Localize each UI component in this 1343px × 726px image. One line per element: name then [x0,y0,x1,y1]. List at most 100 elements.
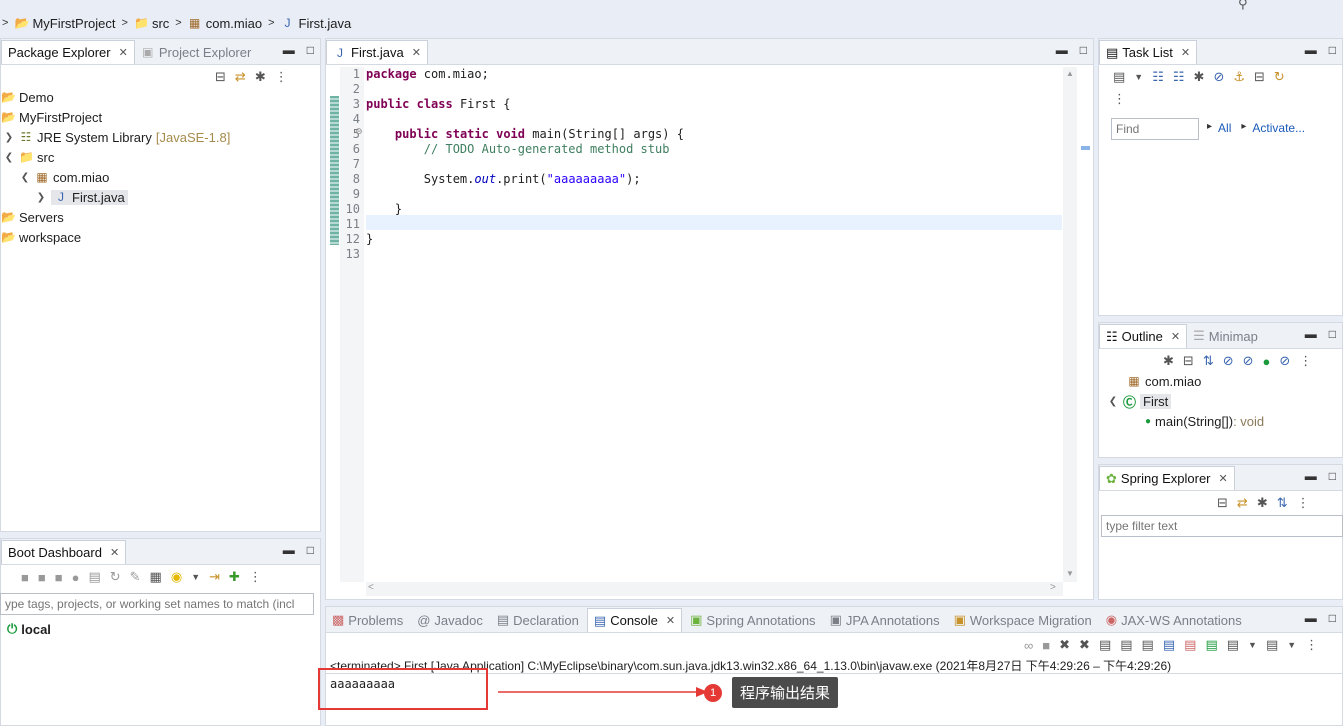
tab-jaxws-annotations[interactable]: ◉ JAX-WS Annotations [1100,608,1248,632]
tree-item-workspace[interactable]: 📂 workspace [1,227,81,247]
spring-filter-input[interactable] [1101,515,1343,537]
maximize-icon[interactable]: □ [307,43,314,57]
tree-item-src[interactable]: ❮ 📁 src [3,147,55,167]
filter-icon[interactable]: ✱ [1194,69,1205,85]
code-area[interactable]: package com.miao; public class First { p… [366,67,1056,307]
hide-fields-icon[interactable]: ⊘ [1223,353,1234,369]
view-menu-icon[interactable]: ⋮ [1113,91,1126,107]
hide-completed-icon[interactable]: ⊘ [1213,69,1224,85]
outline-class[interactable]: ❮ Ⓒ First [1107,391,1172,411]
refresh-icon[interactable]: ↻ [110,569,121,585]
chevron-down-icon[interactable]: ❮ [1107,396,1119,407]
minimize-icon[interactable]: ▬ [1305,43,1317,57]
minimize-icon[interactable]: ▬ [1305,469,1317,483]
deploy-icon[interactable]: ⇥ [209,569,220,585]
show-on-output-icon[interactable]: ▤ [1142,637,1154,653]
hide-static-icon[interactable]: ⊘ [1243,353,1254,369]
sync-icon[interactable]: ↻ [1274,69,1285,85]
tree-item-jre[interactable]: ❯ ☷ JRE System Library [JavaSE-1.8] [3,127,231,147]
tab-jpa-annotations[interactable]: ▣ JPA Annotations [824,608,946,632]
maximize-icon[interactable]: □ [307,543,314,557]
filter-icon[interactable]: ✱ [1257,495,1268,511]
close-icon[interactable]: ✕ [1171,330,1180,343]
maximize-icon[interactable]: □ [1329,611,1336,625]
tab-javadoc[interactable]: @ Javadoc [411,608,489,632]
close-icon[interactable]: ✕ [666,614,675,627]
console-icon[interactable]: ▤ [88,569,100,585]
view-menu-icon[interactable]: ⋮ [1305,637,1318,653]
collapse-all-icon[interactable]: ⊟ [215,69,226,85]
tree-item-demo[interactable]: 📂 Demo [1,87,54,107]
link-icon[interactable]: ∞ [1024,638,1033,653]
chevron-right-icon[interactable]: ❯ [35,192,47,203]
categorized-icon[interactable]: ☷ [1152,69,1164,85]
horizontal-scrollbar[interactable]: < > [366,582,1063,596]
tab-minimap[interactable]: ☰ Minimap [1187,324,1264,348]
tree-item-servers[interactable]: 📂 Servers [1,207,64,227]
boot-filter-input[interactable] [0,593,314,615]
stop-icon[interactable]: ■ [55,570,63,585]
tab-first-java[interactable]: J First.java ✕ [326,40,428,64]
tab-console[interactable]: ▤ Console ✕ [586,608,683,632]
maximize-icon[interactable]: □ [1329,327,1336,341]
chevron-right-icon[interactable]: ❯ [3,132,15,143]
maximize-icon[interactable]: □ [1329,43,1336,57]
tab-declaration[interactable]: ▤ Declaration [491,608,585,632]
tab-outline[interactable]: ☷ Outline ✕ [1099,324,1188,348]
filter-icon[interactable]: ✱ [255,69,266,85]
breadcrumb-project[interactable]: 📂 MyFirstProject [14,16,115,31]
link-with-editor-icon[interactable]: ⇄ [235,69,246,85]
view-menu-icon[interactable]: ⋮ [249,569,262,585]
close-icon[interactable]: ✕ [110,546,119,559]
new-console-icon[interactable]: ▤ [1266,637,1278,653]
search-icon[interactable]: ⚲ [1238,0,1248,12]
tab-problems[interactable]: ▩ Problems [326,608,409,632]
all-link[interactable]: All [1218,121,1231,135]
close-icon[interactable]: ✕ [1181,46,1190,59]
close-icon[interactable]: ✕ [119,46,128,59]
chevron-down-icon[interactable]: ❮ [19,172,31,183]
view-menu-icon[interactable]: ⋮ [275,69,288,85]
dropdown-icon[interactable]: ▼ [1248,640,1257,650]
filter-icon[interactable]: ✱ [1163,353,1174,369]
tab-spring-explorer[interactable]: ✿ Spring Explorer ✕ [1099,466,1235,490]
minimize-icon[interactable]: ▬ [1305,611,1317,625]
task-find-input[interactable] [1111,118,1199,140]
display-console-icon[interactable]: ▤ [1227,637,1239,653]
tab-package-explorer[interactable]: Package Explorer ✕ [1,40,135,64]
show-on-error-icon[interactable]: ▤ [1163,637,1175,653]
scroll-up-icon[interactable]: ▲ [1066,69,1074,78]
sort-icon[interactable]: ⇅ [1203,353,1214,369]
fold-collapse-icon[interactable]: ⊖ [355,126,363,137]
pin-console-icon[interactable]: ▤ [1184,637,1196,653]
tab-task-list[interactable]: ▤ Task List ✕ [1099,40,1198,64]
add-icon[interactable]: ✚ [229,569,240,585]
minimize-icon[interactable]: ▬ [1305,327,1317,341]
breadcrumb-file[interactable]: J First.java [281,16,352,31]
terminate-icon[interactable]: ■ [1042,638,1050,653]
minimize-icon[interactable]: ▬ [283,543,295,557]
table-icon[interactable]: ▦ [150,569,162,585]
remove-launch-icon[interactable]: ✖ [1059,637,1070,653]
collapse-all-icon[interactable]: ⊟ [1217,495,1228,511]
debug-icon[interactable]: ■ [38,570,46,585]
maximize-icon[interactable]: □ [1329,469,1336,483]
edit-icon[interactable]: ✎ [130,569,141,585]
open-console-icon[interactable]: ▤ [1205,637,1217,653]
globe-icon[interactable]: ● [72,570,80,585]
outline-package[interactable]: ▦ com.miao [1127,371,1201,391]
tree-item-package[interactable]: ❮ ▦ com.miao [19,167,110,187]
close-icon[interactable]: ✕ [1219,472,1228,485]
scroll-down-icon[interactable]: ▼ [1066,569,1074,578]
close-icon[interactable]: ✕ [412,46,421,59]
sort-icon[interactable]: ⇅ [1277,495,1288,511]
view-menu-icon[interactable]: ⋮ [1299,353,1312,369]
view-menu-icon[interactable]: ⋮ [1297,495,1310,511]
breadcrumb-src[interactable]: 📁 src [134,16,169,31]
scroll-left-icon[interactable]: < [368,582,374,593]
scheduled-icon[interactable]: ☷ [1173,69,1185,85]
tab-boot-dashboard[interactable]: Boot Dashboard ✕ [1,540,127,564]
start-icon[interactable]: ■ [21,570,29,585]
collapse-all-icon[interactable]: ⊟ [1254,69,1265,85]
new-task-icon[interactable]: ▤ [1113,69,1125,85]
